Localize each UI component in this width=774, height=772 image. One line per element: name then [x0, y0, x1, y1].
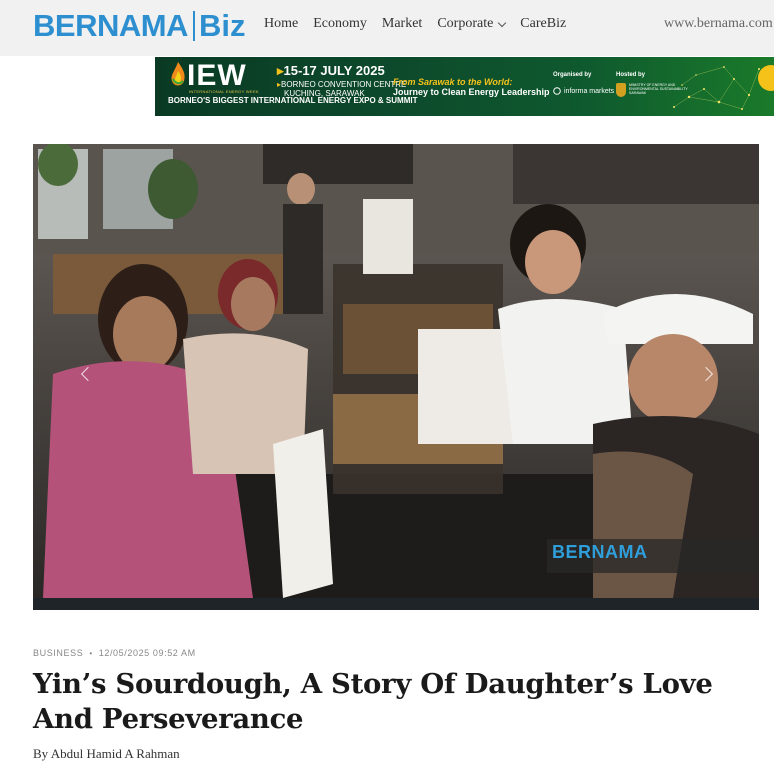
logo-divider — [192, 11, 195, 41]
nav-market[interactable]: Market — [382, 16, 422, 32]
banner-venue: ▸BORNEO CONVENTION CENTRE KUCHING, SARAW… — [277, 80, 406, 98]
ad-banner[interactable]: IEW INTERNATIONAL ENERGY WEEK BORNEO'S B… — [155, 57, 774, 116]
site-header: BERNAMA Biz Home Economy Market Corporat… — [0, 0, 774, 56]
site-logo[interactable]: BERNAMA Biz — [33, 7, 245, 45]
photo-caption-bar — [33, 598, 759, 610]
nav-corporate[interactable]: Corporate — [437, 16, 507, 32]
banner-slogan-2: Journey to Clean Energy Leadership — [393, 87, 550, 97]
banner-venue-line1: BORNEO CONVENTION CENTRE — [281, 80, 407, 89]
sarawak-crest-icon — [616, 83, 626, 97]
banner-dates: ▸15-17 JULY 2025 — [277, 63, 385, 79]
photo-scene — [33, 144, 759, 598]
banner-event-abbr: IEW — [187, 59, 247, 92]
informa-mark-icon — [553, 87, 561, 95]
banner-slogan-1: From Sarawak to the World: — [393, 77, 513, 87]
network-pattern-icon — [673, 66, 760, 110]
article-title: Yin’s Sourdough, A Story Of Daughter’s L… — [33, 668, 713, 735]
chevron-down-icon — [498, 18, 507, 27]
banner-venue-line2: KUCHING, SARAWAK — [284, 89, 365, 98]
nav-economy[interactable]: Economy — [313, 16, 367, 32]
nav-corporate-label: Corporate — [437, 16, 494, 31]
article-datetime: 12/05/2025 09:52 AM — [98, 648, 196, 658]
nav-carebiz[interactable]: CareBiz — [520, 16, 566, 32]
article-hero-photo: BERNAMA — [33, 144, 759, 610]
category-link[interactable]: BUSINESS — [33, 648, 83, 658]
bernama-site-link[interactable]: www.bernama.com — [664, 16, 773, 32]
banner-hosted-label: Hosted by — [616, 72, 646, 78]
banner-dates-text: 15-17 JULY 2025 — [283, 63, 385, 78]
meta-separator: • — [89, 648, 93, 658]
flame-icon — [171, 62, 185, 86]
watermark-text: BERNAMA — [552, 542, 648, 562]
banner-event-full: INTERNATIONAL ENERGY WEEK — [189, 89, 259, 94]
article-meta: BUSINESS • 12/05/2025 09:52 AM — [33, 648, 196, 658]
nav-home[interactable]: Home — [264, 16, 298, 32]
logo-wordmark: BERNAMA — [33, 8, 188, 43]
article-byline: By Abdul Hamid A Rahman — [33, 746, 180, 761]
informa-logo: informa markets — [553, 87, 614, 95]
banner-organised-label: Organised by — [553, 72, 592, 78]
organiser-name: informa markets — [564, 87, 615, 95]
main-nav: Home Economy Market Corporate CareBiz — [264, 16, 581, 32]
photo-watermark: BERNAMA — [547, 539, 759, 573]
logo-biz: Biz — [198, 8, 246, 43]
